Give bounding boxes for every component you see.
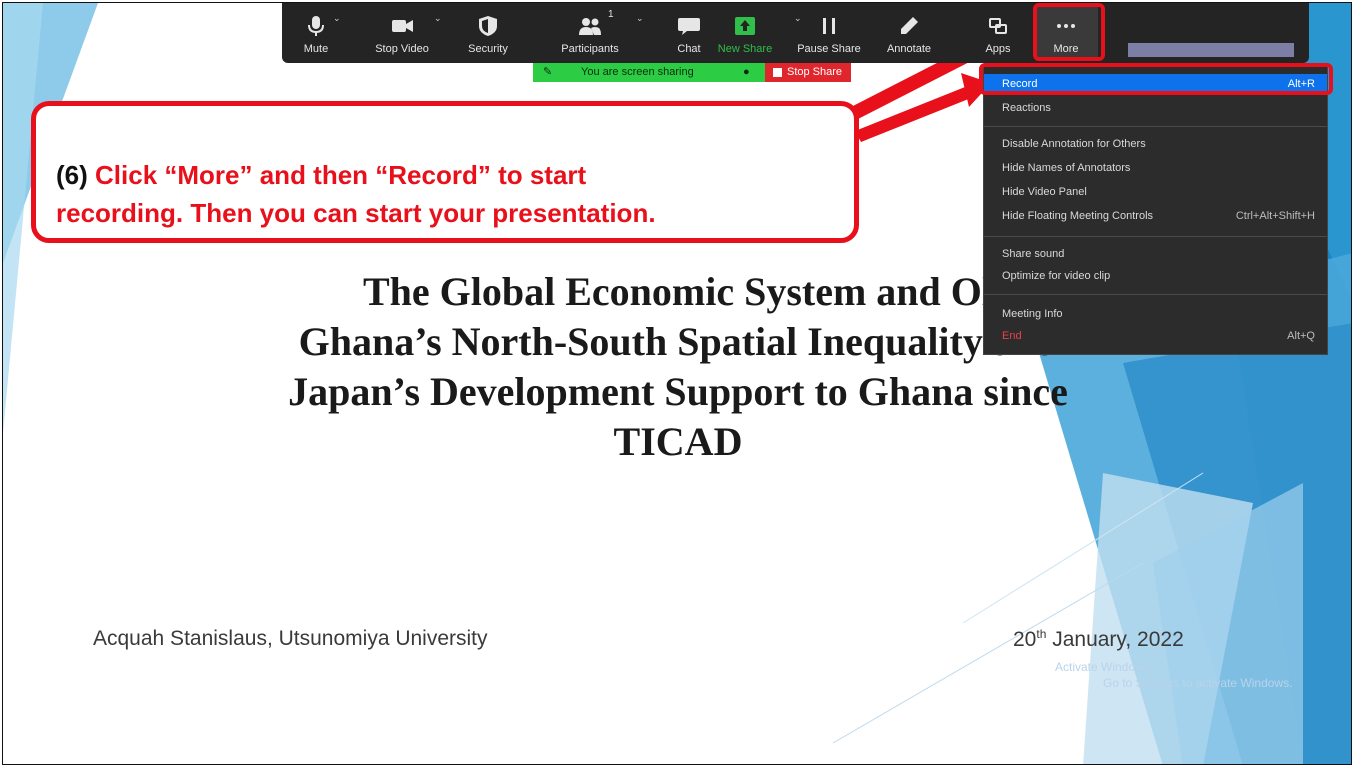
pencil-icon	[901, 17, 918, 34]
participants-label: Participants	[561, 43, 619, 55]
chat-bubble-icon	[678, 18, 700, 35]
chat-button[interactable]: Chat	[664, 3, 714, 61]
microphone-icon	[308, 16, 324, 36]
stop-icon	[773, 68, 782, 77]
menu-item-label: Share sound	[1002, 248, 1065, 260]
more-highlight-frame	[1033, 3, 1105, 61]
menu-item-share-sound[interactable]: Share sound	[984, 244, 1327, 264]
shield-check-icon: ●	[743, 66, 750, 78]
presentation-slide: The Global Economic System and Ol Ghana’…	[2, 2, 1352, 765]
video-camera-icon	[392, 20, 413, 32]
menu-item-shortcut: Alt+Q	[1287, 330, 1315, 342]
pause-icon	[823, 18, 835, 34]
shield-icon	[479, 16, 497, 36]
annotate-button[interactable]: Annotate	[874, 3, 944, 61]
annotate-label: Annotate	[886, 43, 932, 55]
share-screen-icon	[735, 17, 755, 35]
apps-label: Apps	[985, 43, 1011, 55]
menu-divider	[984, 126, 1327, 127]
participants-button[interactable]: 1 ⌄ Participants	[550, 3, 643, 61]
menu-item-disable-annotation[interactable]: Disable Annotation for Others	[984, 134, 1327, 154]
chevron-down-icon[interactable]: ⌄	[333, 13, 341, 24]
menu-item-meeting-info[interactable]: Meeting Info	[984, 304, 1327, 324]
pause-share-label: Pause Share	[797, 43, 861, 55]
menu-item-end[interactable]: End Alt+Q	[984, 326, 1327, 346]
security-label: Security	[468, 43, 508, 55]
mute-label: Mute	[303, 43, 329, 55]
more-menu: Record Alt+R Reactions Disable Annotatio…	[983, 65, 1328, 355]
stop-video-label: Stop Video	[375, 43, 429, 55]
apps-button[interactable]: Apps	[978, 3, 1018, 61]
chevron-down-icon[interactable]: ⌄	[636, 13, 644, 24]
security-button[interactable]: Security	[458, 3, 518, 61]
menu-item-reactions[interactable]: Reactions	[984, 98, 1327, 118]
menu-item-label: Meeting Info	[1002, 308, 1063, 320]
menu-item-label: Hide Floating Meeting Controls	[1002, 210, 1154, 222]
menu-item-optimize-video[interactable]: Optimize for video clip	[984, 266, 1327, 286]
menu-divider	[984, 236, 1327, 237]
meeting-name-bar	[1128, 43, 1294, 57]
menu-item-hide-floating-controls[interactable]: Hide Floating Meeting Controls Ctrl+Alt+…	[984, 206, 1327, 226]
screen-sharing-strip: ✎ You are screen sharing ● Stop Share	[533, 63, 851, 82]
menu-item-label: Disable Annotation for Others	[1002, 138, 1146, 150]
apps-icon	[989, 18, 1007, 34]
participants-icon	[579, 18, 601, 35]
pause-share-button[interactable]: Pause Share	[794, 3, 864, 61]
chat-label: Chat	[677, 43, 701, 55]
record-highlight-frame	[979, 63, 1333, 95]
chevron-down-icon[interactable]: ⌄	[434, 13, 442, 24]
menu-item-shortcut: Ctrl+Alt+Shift+H	[1235, 210, 1315, 222]
menu-divider	[984, 294, 1327, 295]
menu-item-hide-names-of-annotators[interactable]: Hide Names of Annotators	[984, 158, 1327, 178]
mute-button[interactable]: ⌄ Mute	[290, 3, 342, 61]
participant-count: 1	[608, 9, 614, 20]
meeting-toolbar: ⌄ Mute ⌄ Stop Video Security 1 ⌄ Partici…	[282, 3, 1309, 63]
menu-item-label: Hide Names of Annotators	[1002, 162, 1131, 174]
menu-item-label: Hide Video Panel	[1002, 186, 1087, 198]
new-share-button[interactable]: ⌄ New Share	[716, 3, 802, 61]
sharing-status-label: You are screen sharing	[581, 66, 694, 78]
new-share-label: New Share	[717, 43, 773, 55]
menu-item-label: Optimize for video clip	[1002, 270, 1111, 282]
menu-item-label: End	[1002, 330, 1022, 342]
drag-icon[interactable]: ✎	[543, 63, 552, 82]
menu-item-label: Reactions	[1002, 102, 1051, 114]
menu-item-hide-video-panel[interactable]: Hide Video Panel	[984, 182, 1327, 202]
sharing-status: ✎ You are screen sharing ●	[533, 63, 765, 82]
stop-video-button[interactable]: ⌄ Stop Video	[368, 3, 441, 61]
stop-share-label: Stop Share	[787, 66, 843, 78]
stop-share-button[interactable]: Stop Share	[765, 63, 851, 82]
